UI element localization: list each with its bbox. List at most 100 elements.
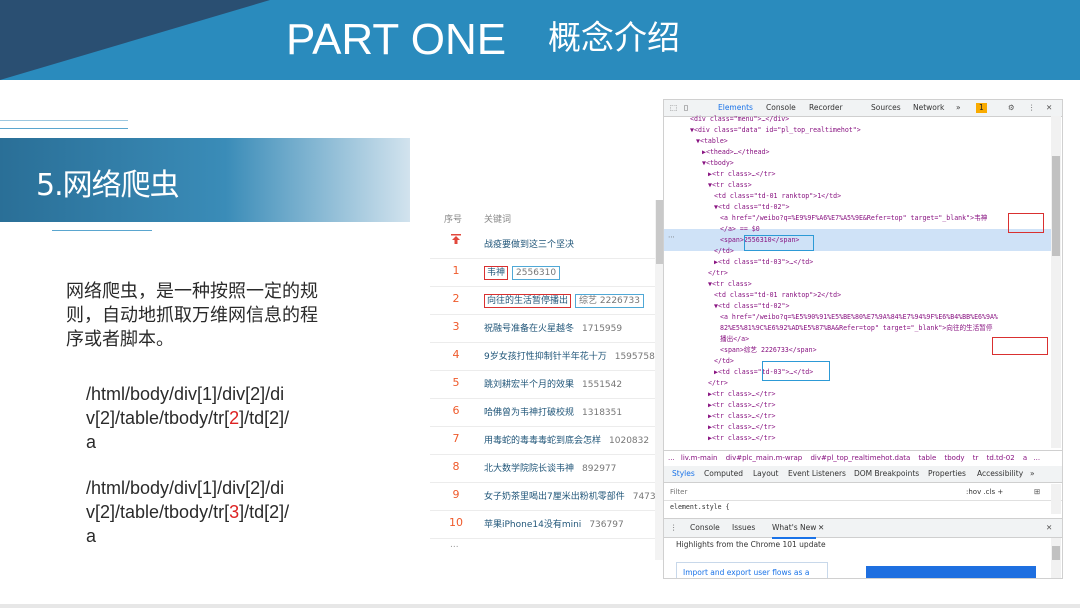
dom-node-line[interactable]: </tr> [708,378,728,389]
close-drawer-icon[interactable]: ✕ [1046,519,1052,537]
breadcrumb-item[interactable]: a [1023,454,1027,462]
dom-node-line[interactable]: ▼<tr class> [708,180,752,191]
close-whats-new-icon[interactable]: ✕ [818,519,824,537]
tab-sources[interactable]: Sources [871,100,901,116]
keyword-link[interactable]: 跳刘耕宏半个月的效果 [484,380,574,390]
hot-row[interactable]: 5 跳刘耕宏半个月的效果 1551542 [430,370,666,399]
hot-row[interactable]: 2 向往的生活暂停播出 综艺 2226733 [430,286,666,315]
styles-filter-input[interactable] [668,485,912,499]
styles-scrollbar[interactable] [1051,484,1061,514]
dom-node-line[interactable]: <a href="/weibo?q=%E9%9F%A6%E7%A5%9E&Ref… [720,213,987,224]
drawer-tab-whats-new[interactable]: What's New [772,519,817,539]
breadcrumb-item[interactable]: td.td-02 [987,454,1015,462]
tab-network[interactable]: Network [913,100,944,116]
hot-row[interactable]: 6 哈佛曾为韦神打破校规 1318351 [430,398,666,427]
tab-dom-breakpoints[interactable]: DOM Breakpoints [854,466,919,482]
dom-node-line[interactable]: ▼<td class="td-02"> [714,202,789,213]
dom-node-line[interactable]: <span>综艺 2226733</span> [720,345,817,356]
dom-node-line[interactable]: ▶<tr class>…</tr> [708,422,776,433]
dom-node-line[interactable]: ▼<td class="td-02"> [714,301,789,312]
breadcrumb-item[interactable]: tr [973,454,979,462]
pinned-keyword-link[interactable]: 战疫要做到这三个坚决 [484,237,574,250]
tab-recorder[interactable]: Recorder [809,100,843,116]
breadcrumb-item[interactable]: table [919,454,937,462]
dom-node-line[interactable]: ▶<tr class>…</tr> [708,400,776,411]
tab-computed[interactable]: Computed [704,466,743,482]
whats-new-link[interactable]: Import and export user flows as a [683,568,809,577]
dom-node-line[interactable]: ▼<tbody> [702,158,734,169]
dom-node-line[interactable]: </td> [714,246,734,257]
new-style-rule-icon[interactable]: ⊞ [1034,484,1040,500]
elements-scrollbar-thumb[interactable] [1052,156,1060,256]
hot-row[interactable]: 3 祝融号准备在火星越冬 1715959 [430,314,666,343]
dom-node-line[interactable]: ▼<table> [696,136,728,147]
tab-properties[interactable]: Properties [928,466,966,482]
device-toggle-icon[interactable]: ▯ [684,100,688,116]
more-tabs-button[interactable]: » [956,100,961,116]
hot-row[interactable]: 1 韦神 2556310 [430,258,666,287]
dom-node-line[interactable]: </a> == $0 [720,224,760,235]
close-icon[interactable]: ✕ [1046,100,1052,116]
keyword-link[interactable]: 哈佛曾为韦神打破校规 [484,408,574,418]
keyword-link[interactable]: 苹果iPhone14没有mini [484,520,581,530]
dom-node-line[interactable]: ▶<tr class>…</tr> [708,433,776,444]
gear-icon[interactable]: ⚙ [1008,100,1015,116]
drawer-scrollbar-thumb[interactable] [1052,546,1060,560]
dom-node-line[interactable]: <td class="td-01 ranktop">2</td> [714,290,841,301]
keyword-link[interactable]: 北大数学院院长谈韦神 [484,464,574,474]
hot-row[interactable]: 9 女子奶茶里喝出7厘米出粉机零部件 7473 [430,482,666,511]
dom-node-line[interactable]: ▶<tr class>…</tr> [708,389,776,400]
dom-node-line[interactable]: <td class="td-01 ranktop">1</td> [714,191,841,202]
kebab-menu-icon[interactable]: ⋮ [1028,100,1036,116]
issues-badge[interactable]: 1 [976,103,987,113]
hot-row[interactable]: 8 北大数学院院长谈韦神 892977 [430,454,666,483]
rank-number: 10 [449,516,463,529]
dom-node-line[interactable]: ▼<div class="data" id="pl_top_realtimeho… [690,125,861,136]
dom-node-line[interactable]: ▶<tr class>…</tr> [708,411,776,422]
dom-node-line[interactable]: 82%E5%81%9C%E6%92%AD%E5%87%BA&Refer=top"… [720,323,992,334]
keyword-link[interactable]: 9岁女孩打性抑制针半年花十万 [484,352,607,362]
drawer-scrollbar[interactable] [1051,538,1061,578]
drawer-tab-console[interactable]: Console [690,519,720,537]
drawer-menu-icon[interactable]: ⋮ [670,519,678,537]
keyword-link[interactable]: 向往的生活暂停播出 [484,294,572,308]
drawer-tab-issues[interactable]: Issues [732,519,755,537]
breadcrumb-item[interactable]: div#pl_top_realtimehot.data [810,454,910,462]
inspect-icon[interactable]: ⬚ [670,100,677,116]
elements-scrollbar[interactable] [1051,116,1061,448]
keyword-cell: 韦神 2556310 [484,265,561,280]
heat-count: 1551542 [582,380,623,390]
dom-node-line[interactable]: 播出</a> [720,334,749,345]
tab-styles[interactable]: Styles [672,466,695,482]
dom-node-line[interactable]: ▼<tr class> [708,279,752,290]
tab-event-listeners[interactable]: Event Listeners [788,466,846,482]
keyword-link[interactable]: 祝融号准备在火星越冬 [484,324,574,334]
breadcrumb-item[interactable]: div#plc_main.m-wrap [726,454,803,462]
dom-node-line[interactable]: </td> [714,356,734,367]
whats-new-title: Highlights from the Chrome 101 update [676,540,826,549]
dom-node-line[interactable]: </tr> [708,268,728,279]
breadcrumb-item[interactable]: liv.m-main [681,454,718,462]
rank-number: 2 [452,292,460,305]
breadcrumb-item[interactable]: ... [1033,454,1040,462]
more-style-tabs-button[interactable]: » [1030,466,1035,482]
breadcrumb-item[interactable]: tbody [944,454,964,462]
whats-new-card[interactable]: Import and export user flows as a [676,562,828,578]
breadcrumb-item[interactable]: ... [668,454,675,462]
keyword-link[interactable]: 韦神 [484,266,509,280]
hot-row[interactable]: 7 用毒蛇的毒毒毒蛇到底会怎样 1020832 [430,426,666,455]
hot-row[interactable]: 4 9岁女孩打性抑制针半年花十万 1595758 [430,342,666,371]
dom-node-line[interactable]: <div class="menu">…</div> [690,114,789,125]
tab-accessibility[interactable]: Accessibility [977,466,1023,482]
dom-node-line[interactable]: <a href="/weibo?q=%E5%90%91%E5%BE%80%E7%… [720,312,998,323]
dom-node-line[interactable]: ▶<tr class>…</tr> [708,169,776,180]
dom-node-line[interactable]: ▶<thead>…</thead> [702,147,770,158]
keyword-cell: 跳刘耕宏半个月的效果 1551542 [484,377,622,390]
hov-cls-controls[interactable]: :hov .cls + [966,484,1003,500]
pinned-row[interactable]: 战疫要做到这三个坚决 [430,230,666,259]
keyword-link[interactable]: 女子奶茶里喝出7厘米出粉机零部件 [484,492,625,502]
tab-layout[interactable]: Layout [753,466,779,482]
hot-row[interactable]: 10 苹果iPhone14没有mini 736797 [430,510,666,539]
keyword-link[interactable]: 用毒蛇的毒毒毒蛇到底会怎样 [484,436,601,446]
dom-node-line[interactable]: ▶<td class="td-03">…</td> [714,257,813,268]
